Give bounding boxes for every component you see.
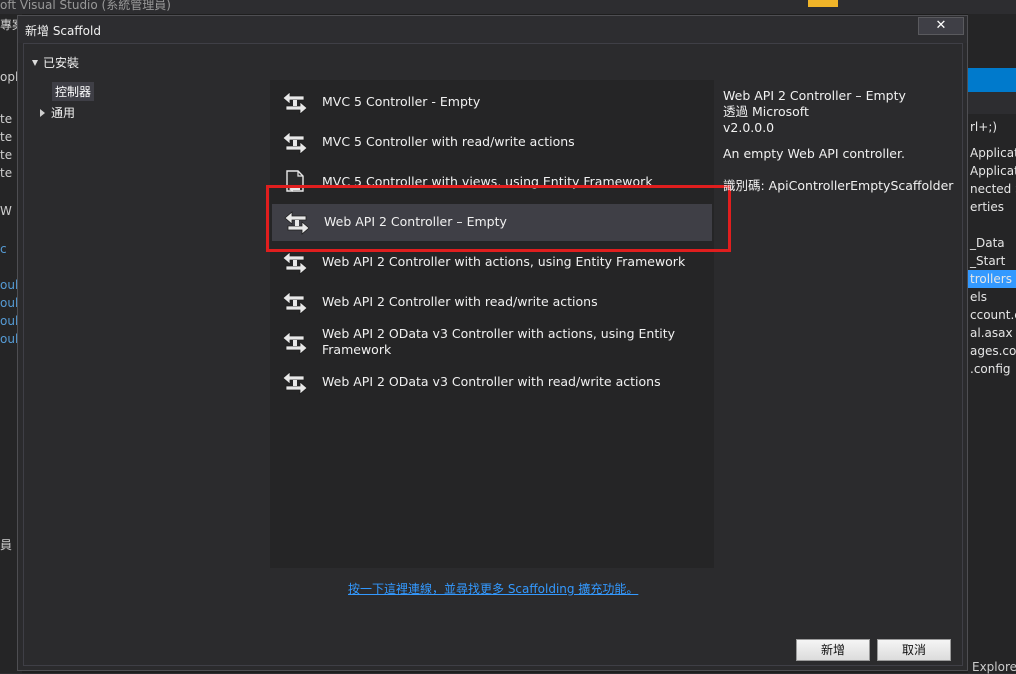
solution-item[interactable]: ccount.c — [970, 308, 1016, 322]
scaffold-item[interactable]: MVC 5 Controller with read/write actions — [270, 122, 714, 162]
controller-icon — [280, 89, 310, 117]
ide-title: oft Visual Studio (系統管理員) — [0, 0, 171, 12]
scaffold-item[interactable]: Web API 2 Controller – Empty — [272, 204, 712, 241]
close-icon: ✕ — [935, 18, 947, 33]
scaffold-item-label: Web API 2 Controller with read/write act… — [322, 294, 598, 309]
controller-icon — [280, 329, 310, 357]
tree-item-general-label: 通用 — [51, 106, 76, 120]
scaffold-item-label: Web API 2 Controller with actions, using… — [322, 254, 686, 269]
solution-item[interactable]: Applicati — [970, 146, 1016, 160]
details-id: 識別碼: ApiControllerEmptyScaffolder — [723, 178, 954, 193]
controller-icon — [280, 129, 310, 157]
solution-item[interactable]: els — [970, 290, 987, 304]
controller-icon — [282, 209, 312, 237]
add-button[interactable]: 新增 — [796, 639, 870, 661]
solution-item[interactable]: al.asax — [970, 326, 1013, 340]
solution-explorer-panel: rl+;) Applicati Applicati nected S ertie… — [968, 14, 1016, 673]
solution-item[interactable]: ages.co — [970, 344, 1016, 358]
ide-left-fragment: W — [0, 204, 12, 218]
scaffold-item[interactable]: Web API 2 Controller with read/write act… — [270, 282, 714, 322]
details-version: v2.0.0.0 — [723, 120, 775, 135]
details-description: An empty Web API controller. — [723, 146, 905, 161]
scaffold-item[interactable]: MVC 5 Controller with views, using Entit… — [270, 162, 714, 202]
scaffold-item[interactable]: MVC 5 Controller - Empty — [270, 82, 714, 122]
solution-item[interactable]: .config — [970, 362, 1011, 376]
ide-left-fragment: opl — [0, 70, 19, 84]
scaffold-list: MVC 5 Controller - Empty MVC 5 Controller… — [270, 80, 714, 568]
tree-item-general[interactable]: 通用 — [40, 104, 75, 121]
scaffold-item-label: MVC 5 Controller with read/write actions — [322, 134, 575, 149]
close-button[interactable]: ✕ — [918, 17, 964, 35]
details-author: 透過 Microsoft — [723, 104, 809, 119]
ide-left-fragment: te — [0, 148, 13, 162]
solution-item[interactable]: erties — [970, 200, 1004, 214]
tree-installed-label: 已安裝 — [43, 56, 80, 70]
ide-left-fragment: te — [0, 166, 13, 180]
scaffold-item[interactable]: Web API 2 Controller with actions, using… — [270, 242, 714, 282]
solution-item[interactable]: Applicati — [970, 164, 1016, 178]
solution-item[interactable]: _Data — [970, 236, 1005, 250]
solution-item[interactable]: trollers — [970, 272, 1012, 286]
scaffold-details: Web API 2 Controller – Empty 透過 Microsof… — [723, 88, 959, 194]
more-scaffolding-link[interactable]: 按一下這裡連線，並尋找更多 Scaffolding 擴充功能。 — [348, 580, 638, 597]
document-controller-icon — [280, 169, 310, 197]
controller-icon — [280, 289, 310, 317]
ide-left-fragment: te — [0, 130, 13, 144]
solution-explorer-tab[interactable]: Explore — [972, 660, 1016, 674]
dialog-title: 新增 Scaffold — [25, 24, 101, 38]
solution-item[interactable]: _Start — [970, 254, 1005, 268]
add-scaffold-dialog: 新增 Scaffold ✕ 已安裝 控制器 通用 MVC 5 Controlle… — [17, 15, 968, 671]
tree-item-controller[interactable]: 控制器 — [52, 82, 95, 101]
ide-left-fragment: c — [0, 242, 7, 256]
scaffold-item-label: Web API 2 Controller – Empty — [324, 214, 507, 229]
ide-left-fragment: 員 — [0, 538, 13, 552]
expanded-arrow-icon — [32, 60, 38, 66]
ide-left-fragment: te — [0, 112, 13, 126]
cancel-button[interactable]: 取消 — [877, 639, 951, 661]
scaffold-item-label: Web API 2 OData v3 Controller with read/… — [322, 374, 661, 389]
controller-icon — [280, 369, 310, 397]
scaffold-item[interactable]: Web API 2 OData v3 Controller with read/… — [270, 362, 714, 402]
ide-titlebar: oft Visual Studio (系統管理員) — [0, 0, 1016, 14]
details-name: Web API 2 Controller – Empty — [723, 88, 906, 103]
dialog-content: 已安裝 控制器 通用 MVC 5 Controller - Empty MVC 5… — [23, 43, 963, 666]
controller-icon — [280, 249, 310, 277]
scaffold-item-label: MVC 5 Controller with views, using Entit… — [322, 174, 653, 189]
dialog-titlebar: 新增 Scaffold ✕ — [18, 16, 967, 43]
scaffold-item-label: Web API 2 OData v3 Controller with actio… — [322, 326, 676, 357]
tree-installed[interactable]: 已安裝 — [32, 54, 79, 71]
solution-explorer-toolbar — [968, 92, 1016, 114]
scaffold-item-label: MVC 5 Controller - Empty — [322, 94, 481, 109]
ide-notification-badge — [808, 0, 838, 7]
scaffold-item[interactable]: Web API 2 OData v3 Controller with actio… — [270, 322, 714, 362]
solution-item[interactable]: nected S — [970, 182, 1016, 196]
collapsed-arrow-icon — [40, 109, 45, 117]
solution-search-hint: rl+;) — [970, 120, 998, 134]
